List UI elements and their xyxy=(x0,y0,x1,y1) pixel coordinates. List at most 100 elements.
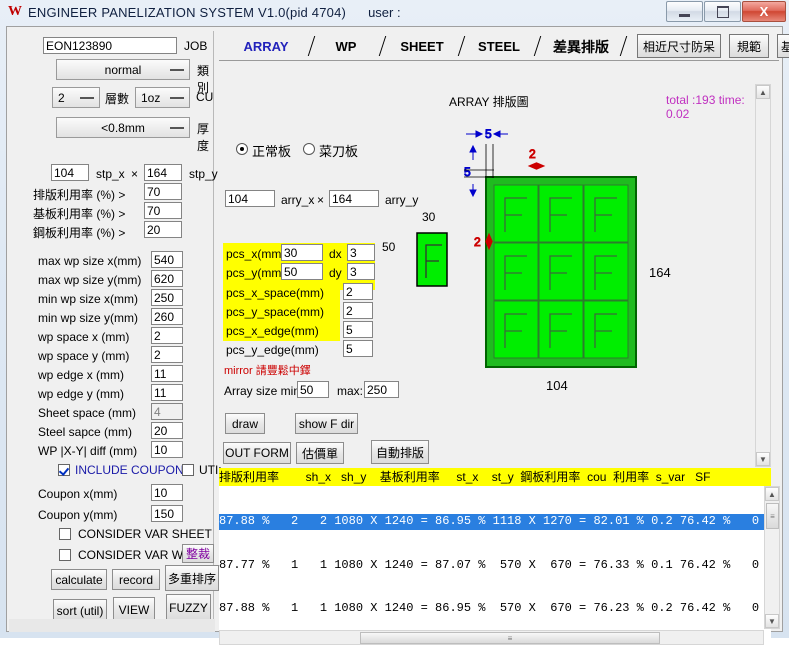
fuzzy-button[interactable]: FUZZY xyxy=(166,594,211,621)
pcs-x-input[interactable] xyxy=(281,244,323,261)
left-parameter-panel: JOB normal 類別 2 層數 1oz CU <0.8mm xyxy=(11,31,225,623)
tab-array[interactable]: ARRAY xyxy=(231,33,301,60)
size-label-6: wp edge x (mm) xyxy=(38,368,125,382)
layer-combo[interactable]: 2 xyxy=(52,87,100,108)
table-hscroll-thumb[interactable]: ≡ xyxy=(360,632,660,644)
size-input-3[interactable] xyxy=(151,308,183,325)
dy-input[interactable] xyxy=(347,263,375,280)
include-coupon-checkbox[interactable] xyxy=(58,464,70,476)
pcs-y-space-input[interactable] xyxy=(343,302,373,319)
pcs-y-input[interactable] xyxy=(281,263,323,280)
table-scroll-thumb[interactable]: ≡ xyxy=(766,503,779,529)
tab-wp[interactable]: WP xyxy=(319,33,373,60)
result-table-body[interactable]: 87.88 % 2 2 1080 X 1240 = 86.95 % 1118 X… xyxy=(219,486,771,643)
quote-button[interactable]: 估價單 xyxy=(296,442,344,464)
out-form-button[interactable]: OUT FORM xyxy=(223,442,291,464)
calculate-button[interactable]: calculate xyxy=(51,569,107,590)
spec-button[interactable]: 規範 xyxy=(729,34,769,58)
dim-edge-x: 5 xyxy=(485,127,492,141)
size-input-5[interactable] xyxy=(151,346,183,363)
show-f-dir-button[interactable]: show F dir xyxy=(295,413,358,434)
job-input[interactable] xyxy=(43,37,177,54)
pcs-x-label: pcs_x(mm) xyxy=(226,247,286,261)
similar-size-button[interactable]: 相近尺寸防呆 xyxy=(637,34,721,58)
size-label-3: min wp size y(mm) xyxy=(38,311,139,325)
rate-input-1[interactable] xyxy=(144,202,182,219)
consider-var-wp-checkbox[interactable] xyxy=(59,549,71,561)
user-label: user : xyxy=(368,4,401,20)
radio-knife-board[interactable] xyxy=(303,143,315,155)
size-label-7: wp edge y (mm) xyxy=(38,387,125,401)
tab-steel[interactable]: STEEL xyxy=(469,33,529,60)
pane-vertical-scrollbar[interactable]: ▲ ▼ xyxy=(755,84,771,467)
pcs-x-space-label: pcs_x_space(mm) xyxy=(226,286,325,300)
size-input-2[interactable] xyxy=(151,289,183,306)
stp-y-input[interactable] xyxy=(144,164,182,181)
size-input-4[interactable] xyxy=(151,327,183,344)
util-checkbox[interactable] xyxy=(182,464,194,476)
table-row[interactable]: 87.77 % 1 1 1080 X 1240 = 87.07 % 570 X … xyxy=(219,558,771,574)
tab-diff-panel[interactable]: 差異排版 xyxy=(545,33,617,60)
mirror-note: mirror 請豐鬆中鐸 xyxy=(224,365,311,377)
table-vertical-scrollbar[interactable]: ▲ ≡ ▼ xyxy=(764,486,780,629)
size-input-7[interactable] xyxy=(151,384,183,401)
cu-combo[interactable]: 1oz xyxy=(135,87,190,108)
multi-sort-button[interactable]: 多重排序 xyxy=(165,565,219,591)
size-input-0[interactable] xyxy=(151,251,183,268)
array-size-max-label: max: xyxy=(337,384,364,398)
arry-x-input[interactable] xyxy=(225,190,275,207)
array-size-min-label: Array size min: xyxy=(224,384,304,398)
thickness-combo-value: <0.8mm xyxy=(101,120,145,135)
chevron-down-icon xyxy=(170,127,184,129)
rate-input-2[interactable] xyxy=(144,221,182,238)
close-button[interactable]: X xyxy=(742,1,786,22)
record-button[interactable]: record xyxy=(112,569,160,590)
coupon-y-label: Coupon y(mm) xyxy=(38,508,118,522)
pcs-y-edge-input[interactable] xyxy=(343,340,373,357)
size-input-1[interactable] xyxy=(151,270,183,287)
type-combo[interactable]: normal xyxy=(56,59,190,80)
table-row[interactable]: 87.88 % 1 1 1080 X 1240 = 86.95 % 570 X … xyxy=(219,601,771,617)
draw-button[interactable]: draw xyxy=(225,413,265,434)
scroll-down-arrow[interactable]: ▼ xyxy=(756,452,770,466)
left-panel-scrollbar[interactable] xyxy=(9,619,215,632)
radio-knife-board-label: 菜刀板 xyxy=(319,144,359,159)
dy-label: dy xyxy=(329,266,342,280)
auto-panel-button[interactable]: 自動排版 xyxy=(371,440,429,464)
maximize-button[interactable] xyxy=(704,1,741,22)
table-row[interactable]: 87.88 % 2 2 1080 X 1240 = 86.95 % 1118 X… xyxy=(219,514,771,530)
size-input-6[interactable] xyxy=(151,365,183,382)
coupon-x-input[interactable] xyxy=(151,484,183,501)
window-title: ENGINEER PANELIZATION SYSTEM V1.0(pid 47… xyxy=(28,4,347,20)
size-input-10[interactable] xyxy=(151,441,183,458)
stp-x-label: stp_x xyxy=(96,167,125,181)
table-scroll-down-arrow[interactable]: ▼ xyxy=(765,614,779,628)
size-label-1: max wp size y(mm) xyxy=(38,273,142,287)
radio-normal-board[interactable] xyxy=(236,143,248,155)
dx-input[interactable] xyxy=(347,244,375,261)
application-window: W ENGINEER PANELIZATION SYSTEM V1.0(pid … xyxy=(0,0,789,645)
thickness-combo[interactable]: <0.8mm xyxy=(56,117,190,138)
job-label: JOB xyxy=(184,38,208,53)
pcs-x-edge-input[interactable] xyxy=(343,321,373,338)
scroll-up-arrow[interactable]: ▲ xyxy=(756,85,770,99)
arry-y-input[interactable] xyxy=(329,190,379,207)
table-scroll-up-arrow[interactable]: ▲ xyxy=(765,487,779,501)
pcs-x-space-input[interactable] xyxy=(343,283,373,300)
array-size-min-input[interactable] xyxy=(297,381,329,398)
coupon-y-input[interactable] xyxy=(151,505,183,522)
consider-var-sheet-checkbox[interactable] xyxy=(59,528,71,540)
tab-sheet[interactable]: SHEET xyxy=(391,33,453,60)
dim-height: 164 xyxy=(649,265,671,280)
dx-label: dx xyxy=(329,247,342,261)
size-input-9[interactable] xyxy=(151,422,183,439)
zhengcai-button[interactable]: 整裁 xyxy=(182,544,214,563)
coupon-x-label: Coupon x(mm) xyxy=(38,487,118,501)
size-input-8[interactable] xyxy=(151,403,183,420)
rate-input-0[interactable] xyxy=(144,183,182,200)
window-controls: X xyxy=(665,1,786,22)
minimize-button[interactable] xyxy=(666,1,703,22)
substrate-type-button[interactable]: 基板類型 xyxy=(777,34,789,58)
stp-x-input[interactable] xyxy=(51,164,89,181)
array-size-max-input[interactable] xyxy=(364,381,399,398)
